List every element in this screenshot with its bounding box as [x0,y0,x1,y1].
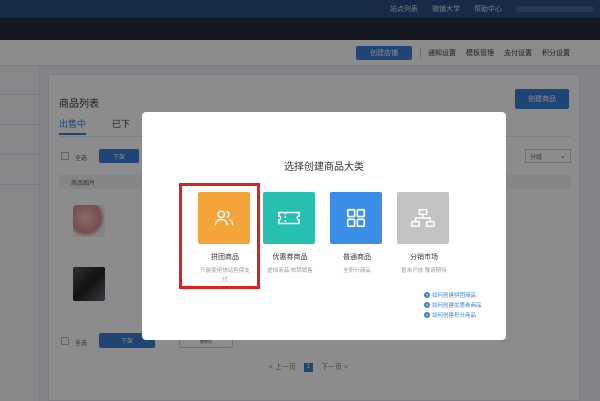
grid-icon [346,208,366,228]
category-tile[interactable] [263,192,315,244]
modal-title: 选择创建商品大类 [284,162,364,173]
help-links: ? 如何创建拼团商品 ? 如何创建优惠券商品 ? 如何创建积分商品 [424,290,482,320]
help-link-coupon[interactable]: ? 如何创建优惠券商品 [424,300,482,310]
category-coupon[interactable]: 优惠券商品 虚拟商品 核销销售 [263,192,317,276]
help-link-text: 如何创建优惠券商品 [432,303,482,309]
category-desc: 暂未开放 敬请期待 [401,268,447,274]
help-link-text: 如何创建拼团商品 [432,293,477,299]
help-link-group-buy[interactable]: ? 如何创建拼团商品 [424,290,482,300]
category-desc: 全积分商品 [343,268,371,274]
ticket-icon [278,211,300,225]
category-name: 分销市场 [410,254,438,261]
category-name: 优惠券商品 [272,254,308,261]
help-link-points[interactable]: ? 如何创建积分商品 [424,310,482,320]
category-tile[interactable] [330,192,382,244]
category-name: 普通商品 [343,254,371,261]
sitemap-icon [411,209,435,227]
question-icon: ? [424,292,430,298]
category-desc: 虚拟商品 核销销售 [267,268,313,274]
highlight-annotation-box [179,183,260,289]
question-icon: ? [424,312,430,318]
help-link-text: 如何创建积分商品 [432,313,477,319]
category-distribution-market[interactable]: 分销市场 暂未开放 敬请期待 [397,192,451,276]
category-regular[interactable]: 普通商品 全积分商品 [330,192,384,276]
category-select-modal: 选择创建商品大类 拼团商品 只能使用快站担保支付 优惠券商品 虚拟商品 核销销售 [142,112,506,340]
question-icon: ? [424,302,430,308]
category-tile[interactable] [397,192,449,244]
